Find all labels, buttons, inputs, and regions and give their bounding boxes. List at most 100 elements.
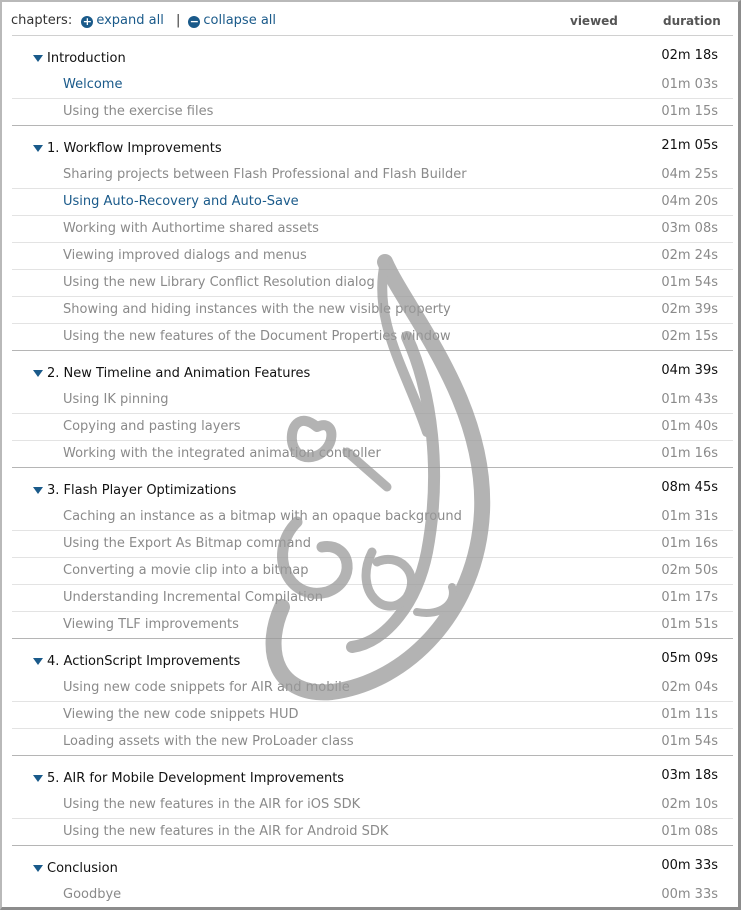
- chapter-group: 5. AIR for Mobile Development Improvemen…: [12, 755, 733, 845]
- chapter-row[interactable]: 1. Workflow Improvements 21m 05s: [12, 126, 733, 162]
- lesson-duration: 04m 25s: [661, 167, 718, 182]
- lesson-link[interactable]: Goodbye: [63, 887, 121, 902]
- chapter-title[interactable]: Conclusion: [47, 861, 118, 876]
- lesson-duration: 01m 31s: [661, 509, 718, 524]
- triangle-down-icon[interactable]: [33, 775, 43, 782]
- duration-column-header: duration: [663, 14, 721, 28]
- chapters-label: chapters:: [11, 13, 73, 28]
- lesson-duration: 01m 43s: [661, 392, 718, 407]
- lesson-link[interactable]: Working with Authortime shared assets: [63, 221, 319, 236]
- lesson-link[interactable]: Working with the integrated animation co…: [63, 446, 381, 461]
- lesson-duration: 02m 39s: [661, 302, 718, 317]
- lesson-link[interactable]: Using the new Library Conflict Resolutio…: [63, 275, 375, 290]
- chapter-row[interactable]: 5. AIR for Mobile Development Improvemen…: [12, 756, 733, 792]
- lesson-row: Loading assets with the new ProLoader cl…: [12, 728, 733, 755]
- lesson-link[interactable]: Sharing projects between Flash Professio…: [63, 167, 467, 182]
- lesson-duration: 04m 20s: [661, 194, 718, 209]
- lesson-link[interactable]: Using the new features of the Document P…: [63, 329, 451, 344]
- lesson-link[interactable]: Caching an instance as a bitmap with an …: [63, 509, 462, 524]
- chapter-duration: 03m 18s: [661, 768, 718, 783]
- chapter-title[interactable]: 3. Flash Player Optimizations: [47, 483, 236, 498]
- chapter-group: 2. New Timeline and Animation Features 04…: [12, 350, 733, 467]
- lesson-duration: 01m 15s: [661, 104, 718, 119]
- triangle-down-icon[interactable]: [33, 658, 43, 665]
- chapter-title[interactable]: 2. New Timeline and Animation Features: [47, 366, 310, 381]
- chapter-row[interactable]: 2. New Timeline and Animation Features 04…: [12, 351, 733, 387]
- lesson-duration: 01m 11s: [661, 707, 718, 722]
- lesson-link[interactable]: Using IK pinning: [63, 392, 168, 407]
- lesson-row: Using the new features in the AIR for An…: [12, 818, 733, 845]
- lesson-duration: 01m 17s: [661, 590, 718, 605]
- expand-all-link[interactable]: expand all: [96, 13, 164, 28]
- lesson-row: Working with Authortime shared assets 03m…: [12, 215, 733, 242]
- triangle-down-icon[interactable]: [33, 370, 43, 377]
- chapter-row[interactable]: 4. ActionScript Improvements 05m 09s: [12, 639, 733, 675]
- lesson-row: Using IK pinning 01m 43s: [12, 387, 733, 413]
- lesson-link[interactable]: Understanding Incremental Compilation: [63, 590, 323, 605]
- triangle-down-icon[interactable]: [33, 487, 43, 494]
- chapter-row[interactable]: Introduction 02m 18s: [12, 36, 733, 72]
- lesson-duration: 01m 16s: [661, 446, 718, 461]
- lesson-row: Using the new features of the Document P…: [12, 323, 733, 350]
- lesson-row: Copying and pasting layers 01m 40s: [12, 413, 733, 440]
- lesson-row: Sharing projects between Flash Professio…: [12, 162, 733, 188]
- lesson-duration: 00m 33s: [661, 887, 718, 902]
- lesson-row: Using the new features in the AIR for iO…: [12, 792, 733, 818]
- chapter-row[interactable]: 3. Flash Player Optimizations 08m 45s: [12, 468, 733, 504]
- chapter-duration: 00m 33s: [661, 858, 718, 873]
- plus-circle-icon[interactable]: +: [81, 16, 94, 28]
- lesson-duration: 02m 15s: [661, 329, 718, 344]
- lesson-link[interactable]: Converting a movie clip into a bitmap: [63, 563, 309, 578]
- chapter-duration: 08m 45s: [661, 480, 718, 495]
- chapter-group: Introduction 02m 18s Welcome 01m 03s Using t…: [12, 36, 733, 125]
- lesson-row: Using the exercise files 01m 15s: [12, 98, 733, 125]
- chapter-title[interactable]: 4. ActionScript Improvements: [47, 654, 240, 669]
- lesson-link[interactable]: Copying and pasting layers: [63, 419, 241, 434]
- header-separator: |: [175, 13, 181, 28]
- lesson-duration: 01m 51s: [661, 617, 718, 632]
- lesson-row: Goodbye 00m 33s: [12, 882, 733, 907]
- collapse-all-link[interactable]: collapse all: [203, 13, 276, 28]
- lesson-link[interactable]: Using the new features in the AIR for An…: [63, 824, 388, 839]
- lesson-row: Using new code snippets for AIR and mobi…: [12, 675, 733, 701]
- lesson-duration: 02m 24s: [661, 248, 718, 263]
- lesson-duration: 03m 08s: [661, 221, 718, 236]
- lesson-duration: 01m 40s: [661, 419, 718, 434]
- lesson-link[interactable]: Using Auto-Recovery and Auto-Save: [63, 194, 299, 209]
- lesson-row: Viewing TLF improvements 01m 51s: [12, 611, 733, 638]
- lesson-link[interactable]: Viewing TLF improvements: [63, 617, 239, 632]
- chapter-group: 1. Workflow Improvements 21m 05s Sharing p…: [12, 125, 733, 350]
- triangle-down-icon[interactable]: [33, 145, 43, 152]
- lesson-link[interactable]: Using new code snippets for AIR and mobi…: [63, 680, 350, 695]
- triangle-down-icon[interactable]: [33, 865, 43, 872]
- lesson-row: Showing and hiding instances with the ne…: [12, 296, 733, 323]
- lesson-duration: 02m 04s: [661, 680, 718, 695]
- lesson-row: Caching an instance as a bitmap with an …: [12, 504, 733, 530]
- lesson-link[interactable]: Showing and hiding instances with the ne…: [63, 302, 451, 317]
- chapter-group: Conclusion 00m 33s Goodbye 00m 33s: [12, 845, 733, 907]
- lesson-link[interactable]: Loading assets with the new ProLoader cl…: [63, 734, 354, 749]
- toc-controls: chapters: + expand all | − collapse all: [11, 13, 276, 28]
- lesson-link[interactable]: Using the new features in the AIR for iO…: [63, 797, 360, 812]
- lesson-link[interactable]: Using the Export As Bitmap command: [63, 536, 311, 551]
- chapter-group: 3. Flash Player Optimizations 08m 45s Cach…: [12, 467, 733, 638]
- viewed-column-header: viewed: [570, 14, 618, 28]
- lesson-duration: 02m 10s: [661, 797, 718, 812]
- lesson-link[interactable]: Using the exercise files: [63, 104, 213, 119]
- lesson-duration: 01m 08s: [661, 824, 718, 839]
- minus-circle-icon[interactable]: −: [188, 16, 201, 28]
- lesson-row: Working with the integrated animation co…: [12, 440, 733, 467]
- toc-header: chapters: + expand all | − collapse all vie…: [2, 2, 738, 38]
- lesson-row: Using Auto-Recovery and Auto-Save 04m 20s: [12, 188, 733, 215]
- chapter-title[interactable]: Introduction: [47, 51, 126, 66]
- triangle-down-icon[interactable]: [33, 55, 43, 62]
- lesson-row: Converting a movie clip into a bitmap 02m…: [12, 557, 733, 584]
- lesson-link[interactable]: Viewing improved dialogs and menus: [63, 248, 307, 263]
- chapter-row[interactable]: Conclusion 00m 33s: [12, 846, 733, 882]
- lesson-link[interactable]: Welcome: [63, 77, 122, 92]
- lesson-link[interactable]: Viewing the new code snippets HUD: [63, 707, 298, 722]
- lesson-duration: 02m 50s: [661, 563, 718, 578]
- chapter-title[interactable]: 1. Workflow Improvements: [47, 141, 222, 156]
- chapter-title[interactable]: 5. AIR for Mobile Development Improvemen…: [47, 771, 344, 786]
- lesson-row: Welcome 01m 03s: [12, 72, 733, 98]
